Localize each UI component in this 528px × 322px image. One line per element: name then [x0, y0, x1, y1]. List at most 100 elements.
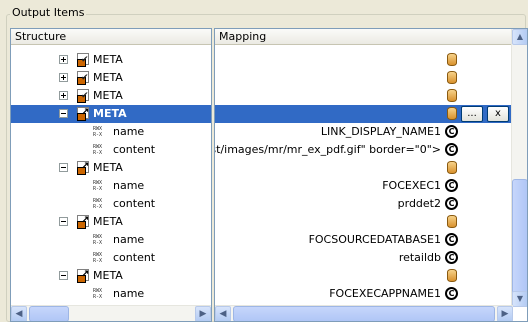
- mapping-row[interactable]: FOCEXEC1 C: [215, 177, 527, 195]
- mapping-row[interactable]: FOCSOURCEDATABASE1 C: [215, 231, 527, 249]
- constant-icon[interactable]: C: [445, 197, 458, 210]
- scroll-down-button[interactable]: ▼: [512, 291, 527, 307]
- attribute-icon: RWXR-X: [93, 234, 103, 246]
- mapping-row[interactable]: ...ssist/images/mr/mr_ex_pdf.gif" border…: [215, 141, 527, 159]
- tree-node-label: content: [113, 251, 156, 264]
- tree-node-label: content: [113, 143, 156, 156]
- database-icon[interactable]: [447, 215, 457, 228]
- tree-node-label: name: [113, 179, 145, 192]
- constant-icon[interactable]: C: [445, 125, 458, 138]
- tree-node-meta[interactable]: META: [11, 158, 211, 177]
- mapping-row[interactable]: [215, 87, 527, 105]
- tree-node-meta[interactable]: META: [11, 69, 211, 87]
- browse-button[interactable]: ...: [461, 106, 483, 122]
- tree-node-label: META: [93, 161, 123, 174]
- collapse-icon[interactable]: [59, 109, 68, 118]
- meta-element-checked-icon: [77, 69, 89, 87]
- mapping-row[interactable]: [215, 69, 527, 87]
- tree-node-attribute[interactable]: RWX R-X name: [11, 123, 211, 141]
- database-icon[interactable]: [447, 89, 457, 102]
- database-icon[interactable]: [447, 71, 457, 84]
- attribute-icon: RWXR-X: [93, 288, 103, 300]
- collapse-icon[interactable]: [59, 163, 68, 172]
- scroll-right-button[interactable]: ▶: [195, 306, 211, 321]
- tree-node-meta[interactable]: META: [11, 212, 211, 231]
- expand-icon[interactable]: [59, 55, 68, 64]
- mapping-row[interactable]: [215, 267, 527, 285]
- meta-element-checked-icon: [77, 87, 89, 105]
- structure-column-header[interactable]: Structure: [11, 29, 211, 45]
- tree-node-label: META: [93, 53, 123, 66]
- scroll-thumb[interactable]: [512, 179, 527, 297]
- meta-element-checked-icon: [77, 51, 89, 69]
- mapping-value: retaildb: [398, 251, 441, 264]
- expand-icon[interactable]: [59, 91, 68, 100]
- attribute-icon: RWXR-X: [93, 144, 103, 156]
- tree-node-meta[interactable]: META: [11, 51, 211, 69]
- mapping-row[interactable]: [215, 159, 527, 177]
- scroll-left-button[interactable]: ◀: [11, 306, 27, 321]
- tree-node-label: META: [93, 71, 123, 84]
- tree-node-label: name: [113, 287, 145, 300]
- database-icon[interactable]: [447, 269, 457, 282]
- tree-node-label: META: [93, 269, 123, 282]
- tree-node-attribute[interactable]: RWXR-X content: [11, 141, 211, 159]
- database-icon[interactable]: [447, 53, 457, 66]
- collapse-icon[interactable]: [59, 217, 68, 226]
- tree-node-label: name: [113, 125, 145, 138]
- tree-node-attribute[interactable]: RWXR-X content: [11, 195, 211, 213]
- database-icon[interactable]: [447, 161, 457, 174]
- tree-node-meta[interactable]: META: [11, 87, 211, 105]
- tree-node-attribute[interactable]: RWX R-X name: [11, 285, 211, 303]
- constant-icon[interactable]: C: [445, 179, 458, 192]
- constant-icon[interactable]: C: [445, 233, 458, 246]
- mapping-row[interactable]: FOCEXECAPPNAME1 C: [215, 285, 527, 303]
- tree-node-meta[interactable]: META: [11, 104, 211, 123]
- mapping-row[interactable]: retaildb C: [215, 249, 527, 267]
- tree-node-label: content: [113, 197, 156, 210]
- constant-icon[interactable]: C: [445, 251, 458, 264]
- tree-node-attribute[interactable]: RWX R-X name: [11, 231, 211, 249]
- scroll-right-button[interactable]: ▶: [497, 306, 513, 321]
- clear-button[interactable]: x: [487, 106, 509, 122]
- constant-icon[interactable]: C: [445, 287, 458, 300]
- database-icon[interactable]: [447, 107, 457, 120]
- meta-element-icon: [77, 158, 89, 176]
- scroll-thumb[interactable]: [29, 306, 69, 321]
- mapping-row[interactable]: [215, 51, 527, 69]
- scroll-left-button[interactable]: ◀: [215, 306, 231, 321]
- attribute-icon: RWXR-X: [93, 198, 103, 210]
- mapping-column-header[interactable]: Mapping: [215, 29, 527, 45]
- structure-horizontal-scrollbar[interactable]: ◀ ▶: [11, 305, 211, 321]
- mapping-row[interactable]: prddet2 C: [215, 195, 527, 213]
- meta-element-icon: [77, 104, 89, 122]
- tree-node-label: META: [93, 89, 123, 102]
- tree-node-attribute[interactable]: RWX R-X name: [11, 177, 211, 195]
- mapping-row[interactable]: [215, 213, 527, 231]
- tree-node-label: name: [113, 233, 145, 246]
- mapping-horizontal-scrollbar[interactable]: ◀ ▶: [215, 305, 513, 321]
- attribute-icon: RWXR-X: [93, 252, 103, 264]
- collapse-icon[interactable]: [59, 271, 68, 280]
- mapping-value: FOCSOURCEDATABASE1: [308, 233, 441, 246]
- scroll-thumb[interactable]: [233, 306, 495, 321]
- mapping-panel: Mapping ...x LINK_DISPLAY_NAME1 C ...ssist/…: [214, 28, 528, 322]
- structure-panel: Structure METAMETAMETAMETARWXR-XnameRWXR…: [10, 28, 212, 322]
- mapping-row[interactable]: ... x: [215, 105, 527, 123]
- attribute-icon: RWXR-X: [93, 180, 103, 192]
- constant-icon[interactable]: C: [445, 143, 458, 156]
- mapping-value: FOCEXEC1: [382, 179, 441, 192]
- group-title: Output Items: [10, 6, 87, 19]
- tree-node-label: META: [93, 215, 123, 228]
- tree-node-label: META: [93, 107, 127, 120]
- attribute-icon: RWXR-X: [93, 126, 103, 138]
- expand-icon[interactable]: [59, 73, 68, 82]
- tree-node-attribute[interactable]: RWXR-X content: [11, 249, 211, 267]
- scroll-up-button[interactable]: ▲: [512, 29, 527, 45]
- mapping-row[interactable]: LINK_DISPLAY_NAME1 C: [215, 123, 527, 141]
- mapping-vertical-scrollbar[interactable]: ▲ ▼: [511, 29, 527, 307]
- meta-element-icon: [77, 266, 89, 284]
- tree-node-meta[interactable]: META: [11, 266, 211, 285]
- meta-element-icon: [77, 212, 89, 230]
- mapping-value: ...ssist/images/mr/mr_ex_pdf.gif" border…: [215, 143, 441, 156]
